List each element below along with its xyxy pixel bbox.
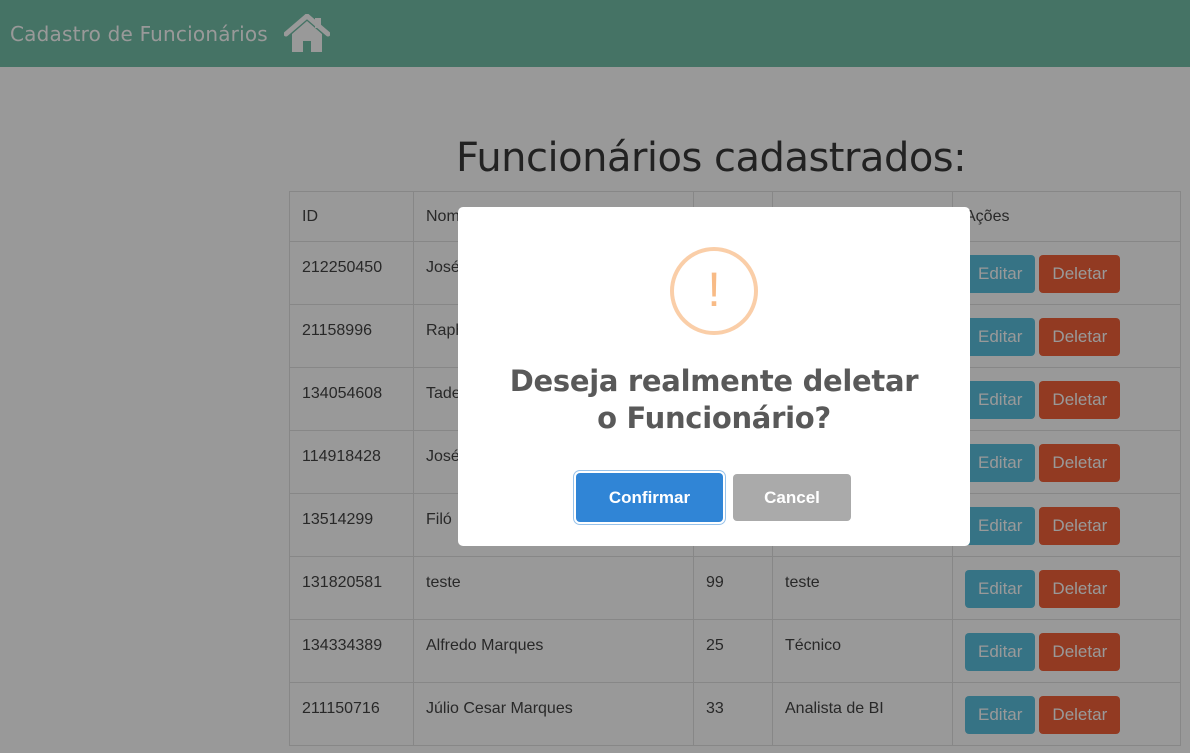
warning-icon: ! <box>670 247 758 335</box>
confirm-delete-dialog: ! Deseja realmente deletar o Funcionário… <box>458 207 970 546</box>
cancel-button[interactable]: Cancel <box>733 474 851 521</box>
warning-mark: ! <box>707 264 721 317</box>
dialog-title-line1: Deseja realmente deletar <box>509 364 919 398</box>
dialog-title-line2: o Funcionário? <box>597 401 831 435</box>
dialog-title: Deseja realmente deletar o Funcionário? <box>478 363 950 437</box>
confirm-button[interactable]: Confirmar <box>576 473 723 522</box>
